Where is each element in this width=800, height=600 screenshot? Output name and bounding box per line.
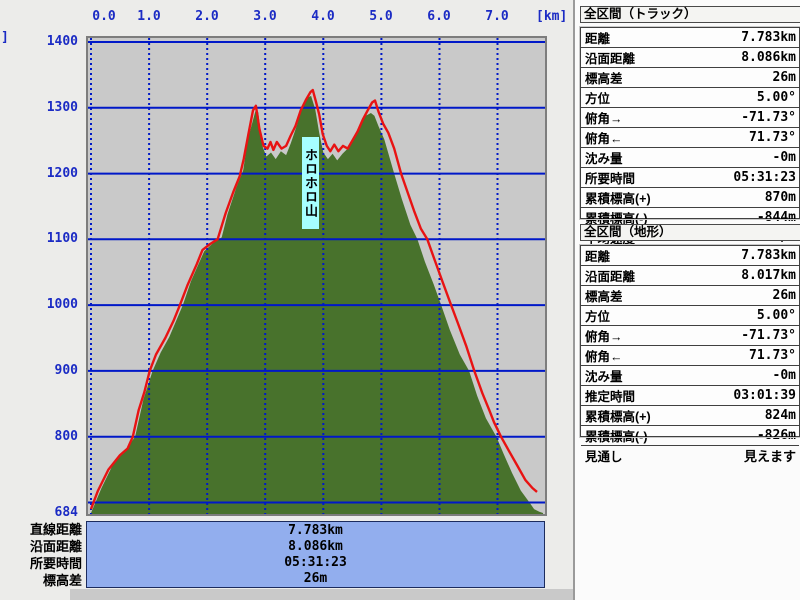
elevation-profile-chart[interactable]: ホロホロ山 [86, 36, 547, 516]
summary-label: 標高差 [42, 573, 82, 588]
summary-surface-distance: 8.086km [288, 538, 343, 554]
stat-label: 標高差 [585, 72, 623, 86]
summary-label: 所要時間 [29, 556, 82, 571]
stat-row: 累積標高(-) -826m [581, 426, 799, 446]
stat-row: 所要時間 05:31:23 [581, 168, 799, 188]
y-tick-label: 900 [54, 363, 78, 378]
stat-label: 俯角← [585, 132, 623, 146]
terrain-stats-table: 距離 7.783km 沿面距離 8.017km 標高差 26m 方位 5.00° 俯角→ -71.… [579, 244, 800, 465]
summary-required-time: 05:31:23 [284, 554, 347, 570]
stat-label: 沈み量 [585, 370, 623, 384]
stat-row: 方位 5.00° [581, 88, 799, 108]
stat-label: 累積標高(+) [585, 192, 651, 206]
track-panel-header: 全区間（トラック） [580, 6, 800, 23]
stat-row: 累積標高(+) 824m [581, 406, 799, 426]
stat-value: 05:31:23 [733, 170, 796, 185]
x-tick-label: 5.0 [369, 9, 393, 24]
x-axis-unit: [km] [536, 9, 568, 24]
stat-value: -826m [756, 428, 796, 443]
stat-row: 沈み量 -0m [581, 148, 799, 168]
y-tick-label: 684 [54, 505, 78, 520]
summary-label: 沿面距離 [29, 539, 82, 554]
stat-value: -71.73° [741, 328, 796, 343]
stat-row: 距離 7.783km [581, 28, 799, 48]
stat-value: 71.73° [749, 130, 796, 145]
stat-label: 沿面距離 [585, 270, 636, 284]
stat-row: 見通し 見えます [581, 446, 799, 465]
stat-label: 方位 [585, 92, 611, 106]
stat-value: -0m [772, 368, 796, 383]
stat-row: 俯角→ -71.73° [581, 108, 799, 128]
stat-value: 見えます [743, 450, 796, 465]
stat-label: 俯角← [585, 350, 623, 364]
stat-row: 沿面距離 8.086km [581, 48, 799, 68]
stat-label: 累積標高(-) [585, 430, 648, 444]
stat-label: 俯角→ [585, 112, 623, 126]
bottom-gray-strip [70, 589, 573, 600]
y-tick-label: 1400 [46, 34, 78, 49]
stat-value: 26m [772, 288, 796, 303]
stat-value: 03:01:39 [733, 388, 796, 403]
stat-label: 俯角→ [585, 330, 623, 344]
peak-annotation-label: ホロホロ山 [302, 137, 319, 229]
stat-value: 5.00° [756, 308, 796, 323]
x-tick-label: 1.0 [137, 9, 161, 24]
stat-row: 累積標高(+) 870m [581, 188, 799, 208]
stat-value: 870m [764, 190, 796, 205]
stat-value: 7.783km [741, 30, 796, 45]
summary-label: 直線距離 [29, 522, 82, 537]
y-tick-label: 1000 [46, 297, 78, 312]
stat-value: 26m [772, 70, 796, 85]
stat-label: 累積標高(+) [585, 410, 651, 424]
stat-label: 所要時間 [585, 172, 636, 186]
y-tick-label: 1300 [46, 100, 78, 115]
stat-value: -0m [772, 150, 796, 165]
x-tick-label: 0.0 [92, 9, 116, 24]
stat-value: 824m [764, 408, 796, 423]
stat-label: 沿面距離 [585, 52, 636, 66]
stat-value: 8.086km [741, 50, 796, 65]
stat-row: 標高差 26m [581, 286, 799, 306]
stat-label: 推定時間 [585, 390, 636, 404]
stat-row: 距離 7.783km [581, 246, 799, 266]
stat-row: 沿面距離 8.017km [581, 266, 799, 286]
x-tick-label: 3.0 [253, 9, 277, 24]
elevation-profile-plot[interactable] [88, 38, 545, 514]
stat-value: -844m [756, 210, 796, 225]
summary-value-box: 7.783km 8.086km 05:31:23 26m [86, 521, 545, 588]
stat-label: 見通し [585, 450, 623, 464]
stat-label: 沈み量 [585, 152, 623, 166]
stat-label: 距離 [585, 32, 611, 46]
summary-elevation-difference: 26m [303, 570, 328, 586]
y-tick-label: 1100 [46, 231, 78, 246]
stat-label: 標高差 [585, 290, 623, 304]
y-tick-label: 1200 [46, 166, 78, 181]
stat-value: 7.783km [741, 248, 796, 263]
stat-value: 5.00° [756, 90, 796, 105]
stat-row: 俯角← 71.73° [581, 128, 799, 148]
stat-label: 方位 [585, 310, 611, 324]
stat-row: 推定時間 03:01:39 [581, 386, 799, 406]
stat-row: 沈み量 -0m [581, 366, 799, 386]
stat-label: 距離 [585, 250, 611, 264]
stat-row: 俯角← 71.73° [581, 346, 799, 366]
stat-value: -71.73° [741, 110, 796, 125]
x-tick-label: 4.0 [311, 9, 335, 24]
x-tick-label: 7.0 [485, 9, 509, 24]
summary-straight-distance: 7.783km [288, 522, 343, 538]
track-stats-table: 距離 7.783km 沿面距離 8.086km 標高差 26m 方位 5.00° 俯角→ -71.… [579, 26, 800, 246]
x-tick-label: 6.0 [427, 9, 451, 24]
stat-row: 標高差 26m [581, 68, 799, 88]
stat-value: 71.73° [749, 348, 796, 363]
x-tick-label: 2.0 [195, 9, 219, 24]
stat-row: 方位 5.00° [581, 306, 799, 326]
stat-value: 8.017km [741, 268, 796, 283]
stat-row: 俯角→ -71.73° [581, 326, 799, 346]
statistics-pane: 全区間（トラック） 距離 7.783km 沿面距離 8.086km 標高差 26m 方位 5.… [573, 0, 800, 600]
terrain-panel-header: 全区間（地形） [580, 224, 800, 241]
y-tick-label: 800 [54, 429, 78, 444]
summary-label-column: 直線距離 沿面距離 所要時間 標高差 [0, 521, 82, 589]
